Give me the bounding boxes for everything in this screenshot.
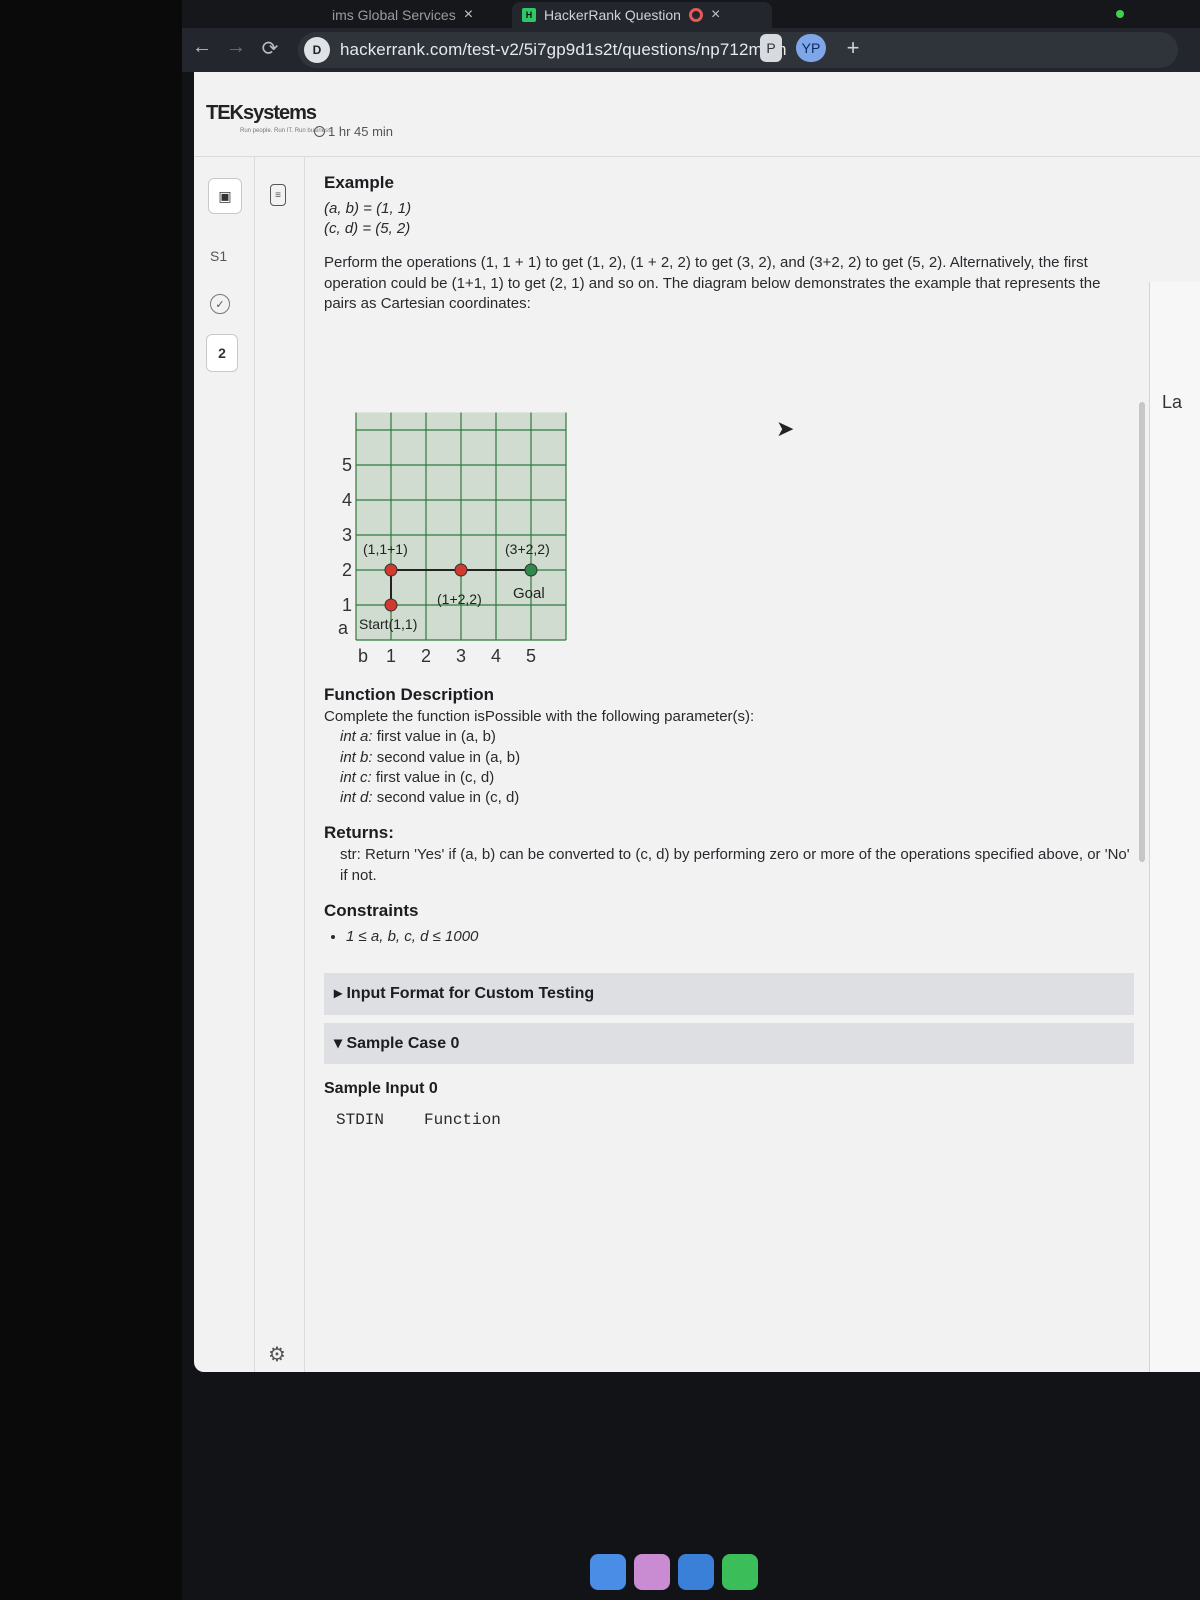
example-line-2: (c, d) = (5, 2) [324,220,411,238]
returns-text: str: Return 'Yes' if (a, b) can be conve… [340,846,1130,884]
messages-icon[interactable] [722,1554,758,1590]
parameter-list: int a: first value in (a, b) int b: seco… [324,727,1134,808]
monitor-screen: ims Global Services × H HackerRank Quest… [182,0,1200,1600]
function-description-heading: Function Description [324,685,494,705]
address-bar[interactable]: D hackerrank.com/test-v2/5i7gp9d1s2t/que… [298,32,1178,68]
hackerrank-logo-icon: H [522,8,536,22]
site-info-icon[interactable]: D [304,37,330,63]
y-tick-label: 2 [342,560,352,580]
tab-label: HackerRank Question [544,7,681,23]
toggle-label: Input Format for Custom Testing [346,985,595,1002]
param-type: int a: [340,728,373,746]
camera-indicator [1116,10,1124,18]
profile-yp-button[interactable]: YP [796,34,826,62]
stdin-column-label: STDIN [336,1110,385,1129]
constraints-heading: Constraints [324,900,419,920]
x-tick-label: 1 [386,646,396,666]
tab-global-services[interactable]: ims Global Services × [332,2,473,28]
x-axis-label: b [358,646,368,666]
param-desc: first value in (c, d) [375,768,495,786]
tools-rail: ≡ ⚙ [254,156,305,1372]
timer: 1 hr 45 min [314,124,393,139]
tab-label: ims Global Services [332,7,456,23]
clock-icon [314,126,325,137]
goal-label: Goal [513,585,545,602]
param-desc: second value in (c, d) [376,789,520,807]
page-header: TEKsystems Run people. Run IT. Run busin… [194,72,1200,157]
x-tick-label: 5 [526,646,536,666]
notes-icon[interactable]: ≡ [270,184,286,206]
param-type: int c: [340,768,372,786]
browser-toolbar: ← → ⟳ D hackerrank.com/test-v2/5i7gp9d1s… [182,28,1200,72]
data-point [524,563,538,577]
sample-case-toggle[interactable]: ▾ Sample Case 0 [324,1022,1134,1065]
sample-input-heading: Sample Input 0 [324,1080,438,1098]
point-label: (1+2,2) [437,591,482,607]
settings-gear-icon[interactable]: ⚙ [268,1342,286,1367]
tab-hackerrank-question[interactable]: H HackerRank Question × [512,2,772,28]
timer-value: 1 hr 45 min [328,124,394,139]
collapse-panel-button[interactable]: ▣ [208,178,242,214]
toggle-label: Sample Case 0 [346,1034,460,1052]
data-point [384,598,398,612]
input-format-toggle[interactable]: ▸ Input Format for Custom Testing [324,973,1134,1015]
function-description-text: Complete the function isPossible with th… [324,708,755,726]
point-label: Start(1,1) [359,616,417,632]
check-circle-icon[interactable]: ✓ [210,294,230,314]
diagram-svg: 1 2 3 4 5 1 2 3 4 5 ba Start(1,1) (1,1+1) (1+2,2) (3+2… [338,412,567,666]
dock [590,1554,758,1590]
launchpad-icon[interactable] [634,1554,670,1590]
profile-p-button[interactable]: P [760,34,782,62]
function-column-label: Function [424,1110,501,1129]
language-label[interactable]: La [1162,392,1182,413]
y-tick-label: 4 [342,490,352,510]
sample-input-table-header: STDIN Function [324,1110,1134,1132]
constraints-list: 1 ≤ a, b, c, d ≤ 1000 [324,927,1134,947]
example-description: Perform the operations (1, 1 + 1) to get… [324,254,1101,312]
question-2-button[interactable]: 2 [206,334,238,372]
problem-statement: Example (a, b) = (1, 1) (c, d) = (5, 2) … [324,172,1134,1131]
data-point [384,563,398,577]
url-text[interactable]: hackerrank.com/test-v2/5i7gp9d1s2t/quest… [340,40,787,60]
constraint-item: 1 ≤ a, b, c, d ≤ 1000 [346,927,1134,947]
returns-heading: Returns: [324,823,394,843]
back-button[interactable]: ← [190,36,214,59]
example-heading: Example [324,173,394,192]
param-type: int d: [340,789,373,807]
scrollbar[interactable] [1139,402,1145,862]
reload-button[interactable]: ⟳ [258,36,282,61]
tab-bar: ims Global Services × H HackerRank Quest… [182,0,1200,28]
point-label: (1,1+1) [363,541,408,557]
question-nav-rail: ▣ S1 ✓ 2 [194,156,255,1372]
example-line-1: (a, b) = (1, 1) [324,199,412,217]
code-editor-panel: La [1149,282,1200,1372]
y-tick-label: 5 [342,455,352,475]
data-point [454,563,468,577]
y-tick-label: 3 [342,525,352,545]
new-tab-button[interactable]: + [842,34,864,62]
param-desc: first value in (a, b) [376,728,496,746]
param-type: int b: [340,748,373,766]
close-icon[interactable]: × [464,6,473,24]
y-tick-label: 1 [342,595,352,615]
y-axis-label: a [338,618,349,638]
brand-logo: TEKsystems [206,102,317,124]
recording-icon [688,8,703,22]
close-icon[interactable]: × [711,6,720,24]
cartesian-diagram: 1 2 3 4 5 1 2 3 4 5 b a Start(1,1) (1,1+1) (1+2,2) (3+2… [332,350,572,670]
mouse-cursor-icon: ➤ [776,416,795,441]
x-tick-label: 4 [491,646,501,666]
x-tick-label: 2 [421,646,431,666]
forward-button[interactable]: → [224,36,248,59]
hackerrank-page: TEKsystems Run people. Run IT. Run busin… [194,72,1200,1372]
finder-icon[interactable] [590,1554,626,1590]
x-tick-label: 3 [456,646,466,666]
question-section-label[interactable]: S1 [210,248,227,264]
param-desc: second value in (a, b) [376,748,521,766]
point-label: (3+2,2) [505,541,550,557]
safari-icon[interactable] [678,1554,714,1590]
